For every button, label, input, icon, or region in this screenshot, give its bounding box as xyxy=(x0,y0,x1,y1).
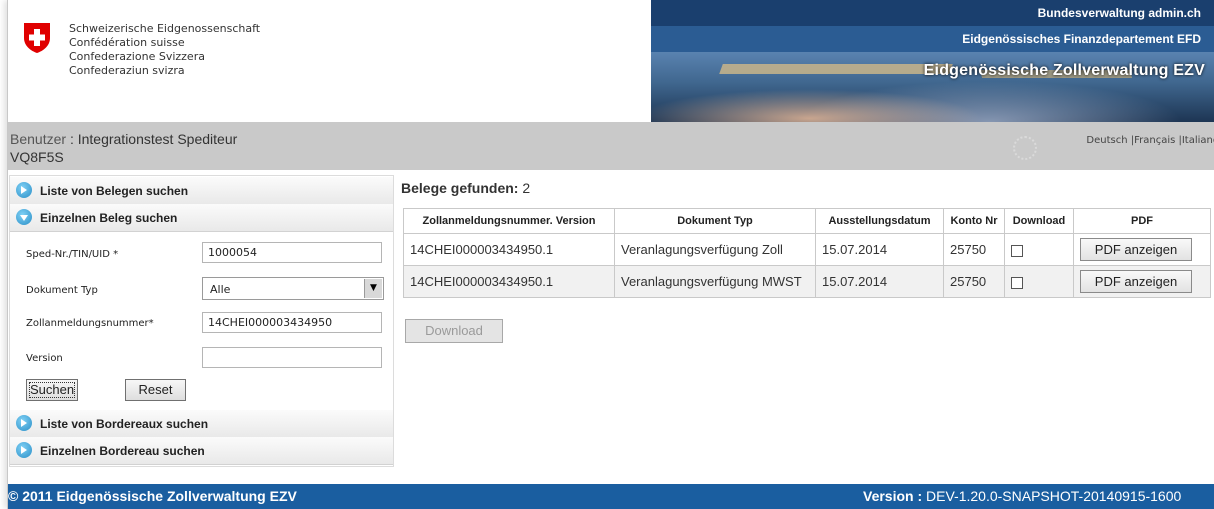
chevron-right-icon xyxy=(16,442,32,458)
results-title: Belege gefunden: 2 xyxy=(401,180,530,196)
user-code: VQ8F5S xyxy=(10,149,64,165)
table-header-row: Zollanmeldungsnummer. Version Dokument T… xyxy=(403,208,1211,234)
table-row: 14CHEI000003434950.1 Veranlagungsverfügu… xyxy=(403,265,1211,298)
version-value: DEV-1.20.0-SNAPSHOT-20140915-1600 xyxy=(926,488,1182,504)
copyright-text: © 2011 Eidgenössische Zollverwaltung EZV xyxy=(8,488,297,504)
doc-type-value: Alle xyxy=(210,283,231,296)
search-form: Sped-Nr./TIN/UID * 1000054 Dokument Typ … xyxy=(10,232,393,410)
doc-type-select[interactable]: Alle ▼ xyxy=(202,277,384,300)
section-single-beleg[interactable]: Einzelnen Beleg suchen xyxy=(10,204,393,232)
cell-download xyxy=(1004,233,1074,266)
confed-line-rm: Confederaziun svizra xyxy=(69,64,185,77)
cell-nummer: 14CHEI000003434950.1 xyxy=(403,233,615,266)
col-header-pdf: PDF xyxy=(1073,208,1211,234)
doc-type-label: Dokument Typ xyxy=(26,285,98,296)
pdf-view-button[interactable]: PDF anzeigen xyxy=(1080,270,1192,293)
search-button[interactable]: Suchen xyxy=(26,379,78,401)
cell-datum: 15.07.2014 xyxy=(815,233,944,266)
results-title-label: Belege gefunden: xyxy=(401,180,519,196)
section-label: Liste von Belegen suchen xyxy=(40,184,189,198)
user-name: : Integrationstest Spediteur xyxy=(69,131,238,147)
page-header: Schweizerische Eidgenossenschaft Confédé… xyxy=(8,0,1214,122)
section-single-bordereau[interactable]: Einzelnen Bordereau suchen xyxy=(10,437,393,465)
zoll-input[interactable]: 14CHEI000003434950 xyxy=(202,312,382,333)
chevron-right-icon xyxy=(16,415,32,431)
department-link[interactable]: Eidgenössisches Finanzdepartement EFD xyxy=(651,26,1214,52)
user-label: Benutzer xyxy=(10,131,67,147)
cell-typ: Veranlagungsverfügung Zoll xyxy=(614,233,816,266)
admin-link[interactable]: Bundesverwaltung admin.ch xyxy=(651,0,1214,26)
cell-konto: 25750 xyxy=(943,265,1005,298)
cell-typ: Veranlagungsverfügung MWST xyxy=(614,265,816,298)
version-label: Version xyxy=(26,353,63,364)
swiss-flag-icon xyxy=(24,23,50,53)
confederation-names: Schweizerische Eidgenossenschaft Confédé… xyxy=(69,22,260,78)
confed-line-de: Schweizerische Eidgenossenschaft xyxy=(69,22,261,35)
app-window: Schweizerische Eidgenossenschaft Confédé… xyxy=(7,0,1214,509)
search-sidebar: Liste von Belegen suchen Einzelnen Beleg… xyxy=(9,175,394,467)
pdf-view-button[interactable]: PDF anzeigen xyxy=(1080,238,1192,261)
user-info: Benutzer : Integrationstest Spediteur xyxy=(10,131,237,147)
download-button[interactable]: Download xyxy=(405,319,503,343)
sped-input[interactable]: 1000054 xyxy=(202,242,382,263)
cell-konto: 25750 xyxy=(943,233,1005,266)
version-info: Version : DEV-1.20.0-SNAPSHOT-20140915-1… xyxy=(863,488,1181,504)
download-checkbox[interactable] xyxy=(1011,276,1023,289)
col-header-konto: Konto Nr xyxy=(943,208,1005,234)
download-checkbox[interactable] xyxy=(1011,244,1023,257)
cell-nummer: 14CHEI000003434950.1 xyxy=(403,265,615,298)
cell-download xyxy=(1004,265,1074,298)
table-row: 14CHEI000003434950.1 Veranlagungsverfügu… xyxy=(403,233,1211,266)
version-label: Version : xyxy=(863,488,923,504)
results-count: 2 xyxy=(522,180,531,196)
cell-pdf: PDF anzeigen xyxy=(1073,265,1211,298)
language-links[interactable]: Deutsch |Français |Italiano xyxy=(1086,135,1214,146)
col-header-nummer: Zollanmeldungsnummer. Version xyxy=(403,208,615,234)
section-label: Liste von Bordereaux suchen xyxy=(40,417,209,431)
dropdown-arrow-icon[interactable]: ▼ xyxy=(364,279,382,298)
col-header-datum: Ausstellungsdatum xyxy=(815,208,944,234)
version-input[interactable] xyxy=(202,347,382,368)
chevron-down-icon xyxy=(16,209,32,225)
header-banner: Bundesverwaltung admin.ch Eidgenössische… xyxy=(651,0,1214,122)
chevron-right-icon xyxy=(16,182,32,198)
cell-datum: 15.07.2014 xyxy=(815,265,944,298)
col-header-download: Download xyxy=(1004,208,1074,234)
zoll-label: Zollanmeldungsnummer* xyxy=(26,318,154,329)
loading-spinner-icon xyxy=(1013,136,1037,160)
section-label: Einzelnen Beleg suchen xyxy=(40,211,178,225)
col-header-typ: Dokument Typ xyxy=(614,208,816,234)
confed-line-fr: Confédération suisse xyxy=(69,36,185,49)
section-list-belege[interactable]: Liste von Belegen suchen xyxy=(10,177,393,205)
section-list-bordereaux[interactable]: Liste von Bordereaux suchen xyxy=(10,410,393,438)
results-table: Zollanmeldungsnummer. Version Dokument T… xyxy=(403,208,1211,298)
section-label: Einzelnen Bordereau suchen xyxy=(40,444,205,458)
confed-line-it: Confederazione Svizzera xyxy=(69,50,205,63)
page-footer: © 2011 Eidgenössische Zollverwaltung EZV… xyxy=(8,484,1214,509)
cell-pdf: PDF anzeigen xyxy=(1073,233,1211,266)
office-title[interactable]: Eidgenössische Zollverwaltung EZV xyxy=(651,62,1214,80)
reset-button[interactable]: Reset xyxy=(125,379,186,401)
customs-photo-image xyxy=(651,50,1214,122)
sped-label: Sped-Nr./TIN/UID * xyxy=(26,249,119,260)
